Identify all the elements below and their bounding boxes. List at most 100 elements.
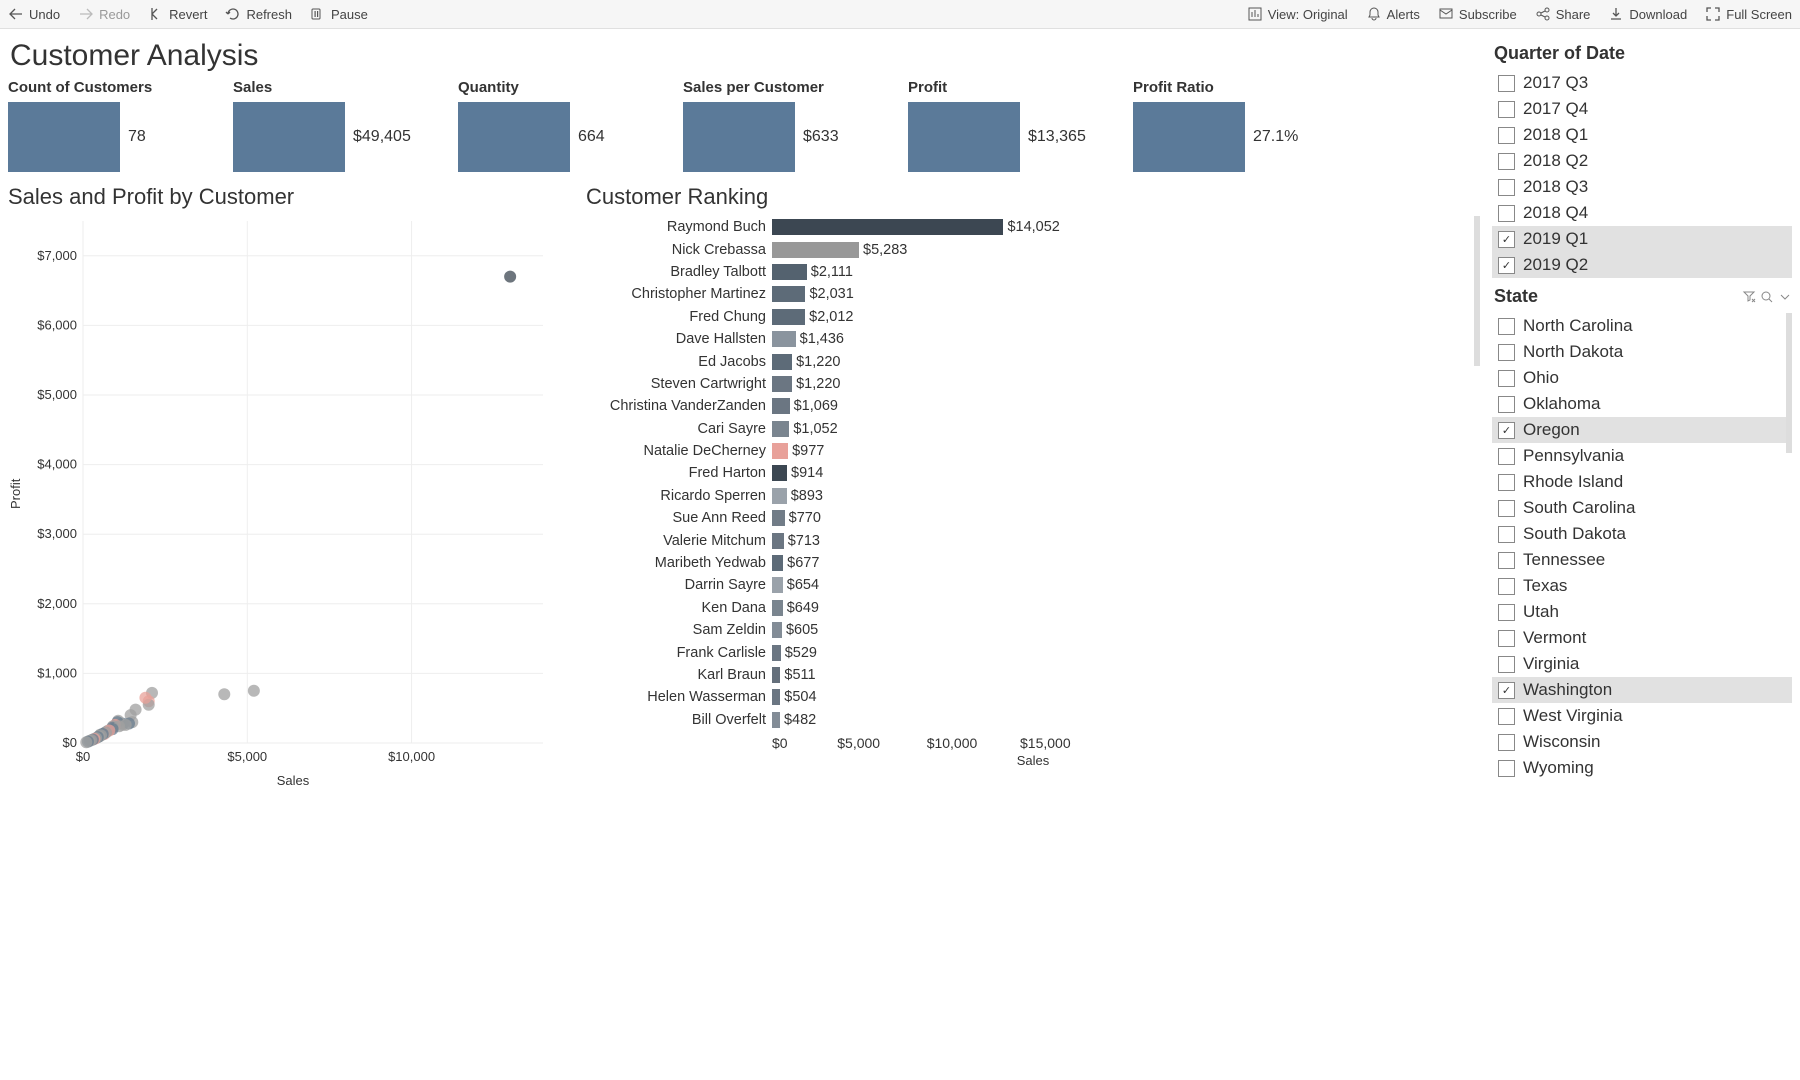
checkbox[interactable] [1498, 656, 1515, 673]
rank-row[interactable]: Raymond Buch$14,052 [586, 216, 1480, 238]
revert-button[interactable]: Revert [148, 6, 207, 22]
redo-button[interactable]: Redo [78, 6, 130, 22]
kpi-card[interactable]: $13,365 [908, 102, 1093, 172]
checkbox[interactable] [1498, 578, 1515, 595]
checkbox[interactable] [1498, 474, 1515, 491]
filter-row[interactable]: ✓2019 Q1 [1492, 226, 1792, 252]
checkbox[interactable] [1498, 101, 1515, 118]
checkbox[interactable] [1498, 75, 1515, 92]
rank-row[interactable]: Fred Chung$2,012 [586, 306, 1480, 328]
filter-row[interactable]: South Carolina [1492, 495, 1792, 521]
scrollbar[interactable] [1474, 216, 1480, 366]
scatter-point[interactable] [248, 685, 260, 697]
rank-row[interactable]: Ed Jacobs$1,220 [586, 350, 1480, 372]
filter-row[interactable]: Pennsylvania [1492, 443, 1792, 469]
rank-row[interactable]: Dave Hallsten$1,436 [586, 328, 1480, 350]
rank-row[interactable]: Christopher Martinez$2,031 [586, 283, 1480, 305]
search-icon[interactable] [1760, 290, 1774, 304]
filter-row[interactable]: Rhode Island [1492, 469, 1792, 495]
checkbox[interactable] [1498, 734, 1515, 751]
filter-row[interactable]: West Virginia [1492, 703, 1792, 729]
filter-row[interactable]: ✓Washington [1492, 677, 1792, 703]
ranking-chart[interactable]: Raymond Buch$14,052Nick Crebassa$5,283Br… [586, 216, 1480, 731]
alerts-button[interactable]: Alerts [1366, 6, 1420, 22]
scatter-chart[interactable]: $0$1,000$2,000$3,000$4,000$5,000$6,000$7… [23, 216, 553, 771]
checkbox[interactable] [1498, 318, 1515, 335]
filter-row[interactable]: Texas [1492, 573, 1792, 599]
rank-row[interactable]: Cari Sayre$1,052 [586, 418, 1480, 440]
filter-row[interactable]: Utah [1492, 599, 1792, 625]
fullscreen-button[interactable]: Full Screen [1705, 6, 1792, 22]
filter-row[interactable]: Oklahoma [1492, 391, 1792, 417]
filter-row[interactable]: Vermont [1492, 625, 1792, 651]
rank-row[interactable]: Sam Zeldin$605 [586, 619, 1480, 641]
checkbox[interactable] [1498, 552, 1515, 569]
checkbox[interactable] [1498, 205, 1515, 222]
scatter-point[interactable] [504, 271, 516, 283]
rank-row[interactable]: Frank Carlisle$529 [586, 641, 1480, 663]
filter-row[interactable]: Tennessee [1492, 547, 1792, 573]
scatter-point[interactable] [80, 736, 92, 748]
rank-row[interactable]: Ricardo Sperren$893 [586, 485, 1480, 507]
rank-row[interactable]: Fred Harton$914 [586, 462, 1480, 484]
filter-row[interactable]: North Carolina [1492, 313, 1792, 339]
rank-row[interactable]: Karl Braun$511 [586, 664, 1480, 686]
share-button[interactable]: Share [1535, 6, 1591, 22]
checkbox[interactable]: ✓ [1498, 257, 1515, 274]
checkbox[interactable] [1498, 708, 1515, 725]
checkbox[interactable]: ✓ [1498, 231, 1515, 248]
undo-button[interactable]: Undo [8, 6, 60, 22]
checkbox[interactable] [1498, 153, 1515, 170]
filter-row[interactable]: South Dakota [1492, 521, 1792, 547]
kpi-card[interactable]: $49,405 [233, 102, 418, 172]
view-button[interactable]: View: Original [1247, 6, 1348, 22]
filter-row[interactable]: 2018 Q4 [1492, 200, 1792, 226]
filter-row[interactable]: 2018 Q1 [1492, 122, 1792, 148]
checkbox[interactable] [1498, 760, 1515, 777]
filter-row[interactable]: 2017 Q4 [1492, 96, 1792, 122]
filter-row[interactable]: Ohio [1492, 365, 1792, 391]
checkbox[interactable]: ✓ [1498, 682, 1515, 699]
kpi-card[interactable]: 78 [8, 102, 193, 172]
kpi-card[interactable]: $633 [683, 102, 868, 172]
checkbox[interactable] [1498, 604, 1515, 621]
filter-row[interactable]: ✓2019 Q2 [1492, 252, 1792, 278]
rank-row[interactable]: Bill Overfelt$482 [586, 709, 1480, 731]
checkbox[interactable] [1498, 448, 1515, 465]
checkbox[interactable] [1498, 526, 1515, 543]
chevron-down-icon[interactable] [1778, 290, 1792, 304]
filter-row[interactable]: Wyoming [1492, 755, 1792, 781]
rank-row[interactable]: Bradley Talbott$2,111 [586, 261, 1480, 283]
checkbox[interactable] [1498, 500, 1515, 517]
filter-row[interactable]: North Dakota [1492, 339, 1792, 365]
rank-row[interactable]: Valerie Mitchum$713 [586, 529, 1480, 551]
rank-row[interactable]: Darrin Sayre$654 [586, 574, 1480, 596]
filter-clear-icon[interactable] [1742, 290, 1756, 304]
checkbox[interactable] [1498, 344, 1515, 361]
filter-row[interactable]: Virginia [1492, 651, 1792, 677]
filter-row[interactable]: ✓Oregon [1492, 417, 1792, 443]
filter-row[interactable]: 2018 Q3 [1492, 174, 1792, 200]
filter-row[interactable]: Wisconsin [1492, 729, 1792, 755]
checkbox[interactable] [1498, 396, 1515, 413]
scatter-point[interactable] [218, 688, 230, 700]
rank-row[interactable]: Nick Crebassa$5,283 [586, 238, 1480, 260]
refresh-button[interactable]: Refresh [225, 6, 292, 22]
scrollbar[interactable] [1786, 313, 1792, 453]
rank-row[interactable]: Ken Dana$649 [586, 597, 1480, 619]
checkbox[interactable] [1498, 179, 1515, 196]
checkbox[interactable]: ✓ [1498, 422, 1515, 439]
scatter-point[interactable] [130, 704, 142, 716]
checkbox[interactable] [1498, 370, 1515, 387]
rank-row[interactable]: Christina VanderZanden$1,069 [586, 395, 1480, 417]
kpi-card[interactable]: 664 [458, 102, 643, 172]
rank-row[interactable]: Helen Wasserman$504 [586, 686, 1480, 708]
rank-row[interactable]: Maribeth Yedwab$677 [586, 552, 1480, 574]
filter-row[interactable]: 2018 Q2 [1492, 148, 1792, 174]
kpi-card[interactable]: 27.1% [1133, 102, 1318, 172]
scatter-point[interactable] [139, 692, 151, 704]
checkbox[interactable] [1498, 630, 1515, 647]
checkbox[interactable] [1498, 127, 1515, 144]
download-button[interactable]: Download [1608, 6, 1687, 22]
rank-row[interactable]: Natalie DeCherney$977 [586, 440, 1480, 462]
